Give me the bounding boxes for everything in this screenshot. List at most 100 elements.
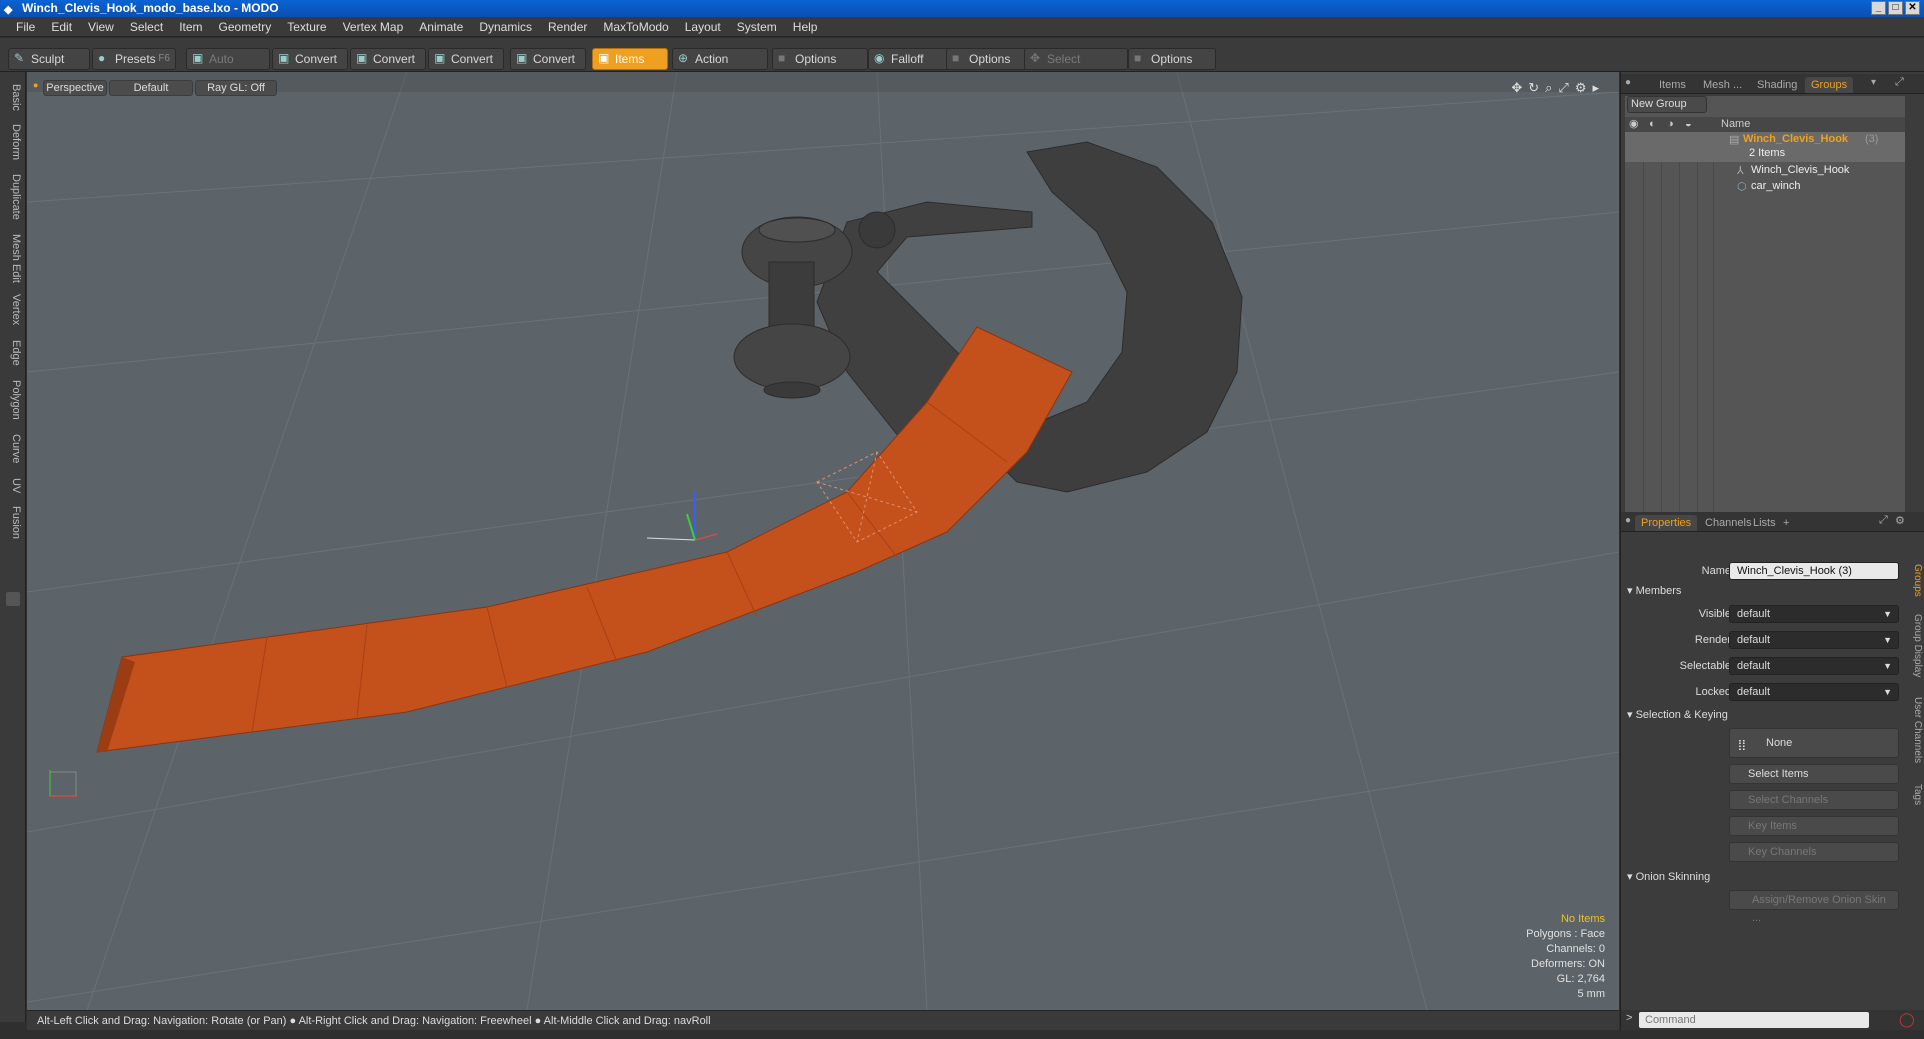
groups-header: ◉ ◐ ◑ ◒ Name — [1625, 117, 1905, 132]
falloff-options-button[interactable]: ■ Options — [946, 48, 1028, 70]
minimize-button[interactable]: _ — [1871, 1, 1886, 15]
expand-icon[interactable]: ⤢ — [1879, 514, 1888, 527]
none-selection-button[interactable]: ⁞⁞ None — [1729, 728, 1899, 758]
group-child-hook[interactable]: ⅄ Winch_Clevis_Hook — [1625, 164, 1905, 180]
maximize-button[interactable]: □ — [1888, 1, 1903, 15]
add-tab-button[interactable]: + — [1777, 515, 1795, 531]
tab-deform[interactable]: Deform — [4, 124, 22, 160]
gear-icon[interactable]: ⚙ — [1575, 80, 1587, 96]
tab-items[interactable]: Items — [1653, 77, 1692, 93]
action-center-button[interactable]: ⊕Action Center — [672, 48, 768, 86]
locked-dropdown[interactable]: default ▼ — [1729, 683, 1899, 701]
maximize-viewport-icon[interactable]: ⤢ — [1558, 80, 1568, 96]
name-column-header[interactable]: Name — [1721, 117, 1750, 132]
tab-fusion[interactable]: Fusion — [4, 506, 22, 539]
gear-icon[interactable]: ⚙ — [1895, 514, 1905, 527]
key-items-button[interactable]: Key Items — [1729, 816, 1899, 836]
menu-geometry[interactable]: Geometry — [211, 17, 280, 36]
group-name-field[interactable]: Winch_Clevis_Hook (3) — [1729, 562, 1899, 580]
selectable-dropdown[interactable]: default ▼ — [1729, 657, 1899, 675]
tab-uv[interactable]: UV — [4, 478, 22, 493]
menu-edit[interactable]: Edit — [43, 17, 80, 36]
zoom-icon[interactable]: ⌕ — [1545, 80, 1552, 96]
menu-file[interactable]: File — [8, 17, 43, 36]
convert-materials-button[interactable]: ▣ Convert — [510, 48, 586, 70]
group-row-winch-clevis-hook[interactable]: ▤ Winch_Clevis_Hook (3) 2 Items — [1625, 132, 1905, 162]
shading-dropdown[interactable]: Default — [109, 80, 193, 96]
convert-vertices-button[interactable]: ▣ Convert — [272, 48, 348, 70]
close-button[interactable]: ✕ — [1905, 1, 1920, 15]
menu-maxtomodo[interactable]: MaxToModo — [595, 17, 676, 36]
tab-vertex[interactable]: Vertex — [4, 294, 22, 325]
tab-edge[interactable]: Edge — [4, 340, 22, 366]
onion-skinning-section[interactable]: ▾ Onion Skinning — [1627, 870, 1710, 883]
menu-layout[interactable]: Layout — [677, 17, 729, 36]
select-items-button[interactable]: Select Items — [1729, 764, 1899, 784]
command-input[interactable]: Command — [1639, 1012, 1869, 1028]
new-group-button[interactable]: New Group — [1627, 96, 1707, 113]
rotate-icon[interactable]: ↻ — [1528, 80, 1539, 96]
pan-icon[interactable]: ✥ — [1511, 80, 1522, 96]
group-item-count: 2 Items — [1749, 147, 1786, 159]
side-tab-user-channels[interactable]: User Channels — [1909, 697, 1923, 763]
tab-mesh[interactable]: Mesh ... — [1697, 77, 1748, 93]
members-section[interactable]: ▾ Members — [1627, 584, 1681, 597]
selection-keying-section[interactable]: ▾ Selection & Keying — [1627, 708, 1728, 721]
tab-shading[interactable]: Shading — [1751, 77, 1803, 93]
3d-viewport[interactable]: ● Perspective Default Ray GL: Off ✥ ↻ ⌕ … — [27, 72, 1619, 1010]
select-through-button[interactable]: ✥Select Through — [1024, 48, 1128, 86]
polygon-cube-icon: ▣ — [434, 51, 446, 65]
record-icon[interactable]: ◯ — [1899, 1011, 1915, 1028]
toggle-panel-button[interactable] — [6, 592, 20, 606]
tab-basic[interactable]: Basic — [4, 84, 22, 111]
panel-menu-icon[interactable]: ● — [1625, 77, 1631, 88]
menu-vertex-map[interactable]: Vertex Map — [335, 17, 412, 36]
menu-texture[interactable]: Texture — [279, 17, 334, 36]
auto-select-button[interactable]: ▣Auto Select — [186, 48, 270, 86]
menu-system[interactable]: System — [729, 17, 785, 36]
items-mode-button[interactable]: ▣ Items — [592, 48, 668, 70]
render-dropdown[interactable]: default ▼ — [1729, 631, 1899, 649]
tab-mesh-edit[interactable]: Mesh Edit — [4, 234, 22, 283]
key-channels-button[interactable]: Key Channels — [1729, 842, 1899, 862]
convert-polygons-button[interactable]: ▣ Convert — [428, 48, 504, 70]
hud-scale: 5 mm — [1577, 988, 1606, 1000]
viewport-info-hud: No Items Polygons : Face Channels: 0 Def… — [1526, 912, 1605, 1002]
side-tab-group-display[interactable]: Group Display — [1909, 614, 1923, 677]
menu-dynamics[interactable]: Dynamics — [471, 17, 540, 36]
menu-help[interactable]: Help — [785, 17, 826, 36]
select-through-options-button[interactable]: ■ Options — [1128, 48, 1216, 70]
menu-select[interactable]: Select — [122, 17, 171, 36]
selectable-label: Selectable — [1679, 660, 1731, 672]
side-tab-groups[interactable]: Groups — [1909, 564, 1923, 597]
chevron-down-icon[interactable]: ▾ — [1871, 77, 1876, 88]
group-name: Winch_Clevis_Hook — [1743, 133, 1849, 145]
raygl-dropdown[interactable]: Ray GL: Off — [195, 80, 277, 96]
assign-onion-skin-button[interactable]: Assign/Remove Onion Skin ... — [1729, 890, 1899, 924]
perspective-dropdown[interactable]: Perspective — [43, 80, 107, 96]
presets-button[interactable]: ● Presets F6 — [92, 48, 176, 70]
convert-edges-button[interactable]: ▣ Convert — [350, 48, 426, 70]
visible-dropdown[interactable]: default ▼ — [1729, 605, 1899, 623]
tab-properties[interactable]: Properties — [1635, 515, 1698, 531]
sculpt-button[interactable]: ✎ Sculpt — [8, 48, 90, 70]
tab-duplicate[interactable]: Duplicate — [4, 174, 22, 220]
expand-icon[interactable]: ⤢ — [1895, 76, 1904, 89]
select-through-icon: ✥ — [1030, 51, 1041, 65]
group-child-winch[interactable]: ⬡ car_winch — [1625, 180, 1905, 196]
action-center-options-button[interactable]: ■ Options — [772, 48, 868, 70]
tab-groups[interactable]: Groups — [1805, 77, 1854, 93]
tab-curve[interactable]: Curve — [4, 434, 22, 463]
panel-menu-icon[interactable]: ● — [1625, 515, 1631, 526]
side-tab-tags[interactable]: Tags — [1909, 784, 1923, 805]
menu-render[interactable]: Render — [540, 17, 595, 36]
tab-polygon[interactable]: Polygon — [4, 380, 22, 420]
viewport-menu-icon[interactable]: ● — [33, 80, 38, 90]
items-cube-icon: ▣ — [598, 51, 610, 65]
menu-view[interactable]: View — [80, 17, 122, 36]
play-icon[interactable]: ▸ — [1592, 80, 1599, 96]
select-channels-button[interactable]: Select Channels — [1729, 790, 1899, 810]
menu-item[interactable]: Item — [171, 17, 210, 36]
falloff-button[interactable]: ◉ Falloff — [868, 48, 952, 70]
menu-animate[interactable]: Animate — [411, 17, 471, 36]
